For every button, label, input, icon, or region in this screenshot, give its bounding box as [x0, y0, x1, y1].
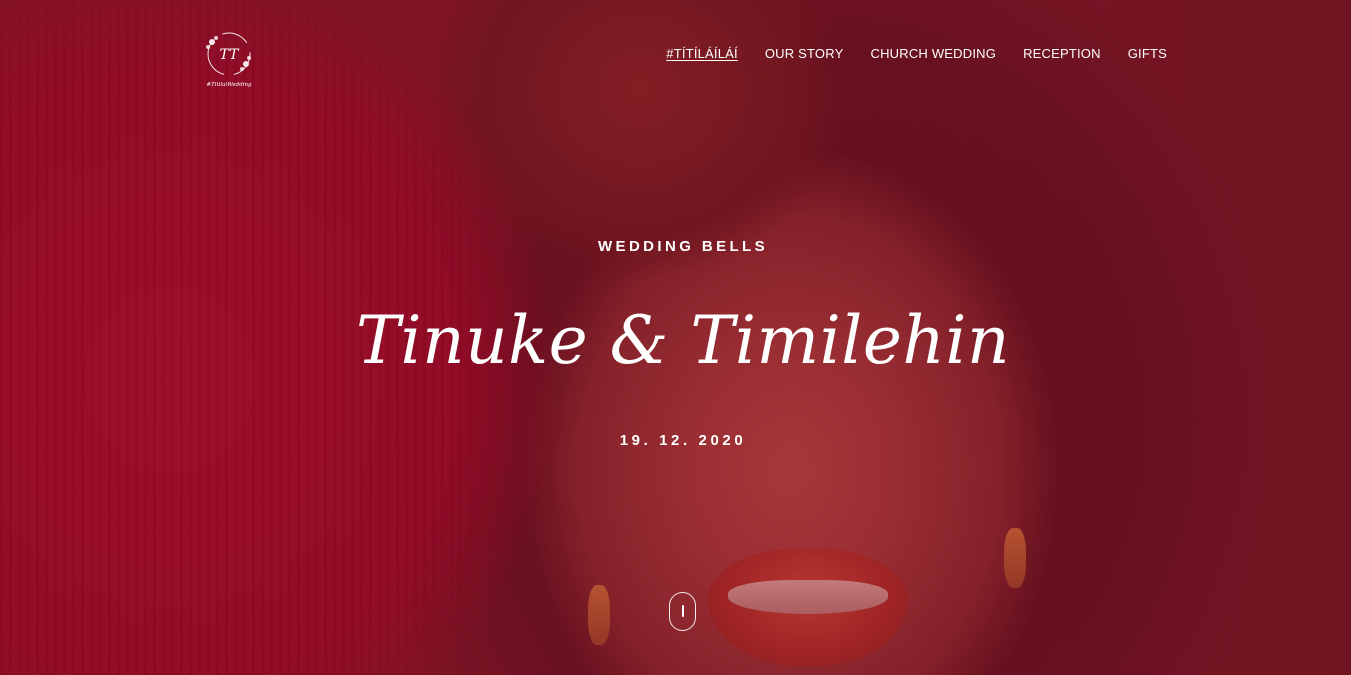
site-logo[interactable]: TT #TitilaiWedding [198, 28, 260, 90]
scroll-wheel-indicator [681, 605, 684, 617]
floral-wreath-icon: TT #TitilaiWedding [206, 32, 252, 88]
nav-item-our-story[interactable]: OUR STORY [765, 46, 844, 61]
mouse-scroll-icon[interactable] [669, 592, 696, 631]
hero-kicker: WEDDING BELLS [597, 238, 769, 255]
wedding-date: 19. 12. 2020 [619, 432, 747, 449]
nav-item-church-wedding[interactable]: CHURCH WEDDING [870, 46, 996, 61]
nav-item-gifts[interactable]: GIFTS [1128, 46, 1167, 61]
main-navigation: #TÍTÍLÁÍLÁÍ OUR STORY CHURCH WEDDING REC… [666, 46, 1167, 61]
couple-names: Tinuke & Timilehin [355, 302, 1010, 379]
logo-tagline: #TitilaiWedding [206, 82, 252, 88]
nav-item-hashtag[interactable]: #TÍTÍLÁÍLÁÍ [666, 46, 738, 61]
logo-monogram: TT [220, 47, 241, 63]
nav-item-reception[interactable]: RECEPTION [1023, 46, 1101, 61]
hero-section: TT #TitilaiWedding #TÍTÍLÁÍLÁÍ OUR STORY… [0, 0, 1351, 675]
